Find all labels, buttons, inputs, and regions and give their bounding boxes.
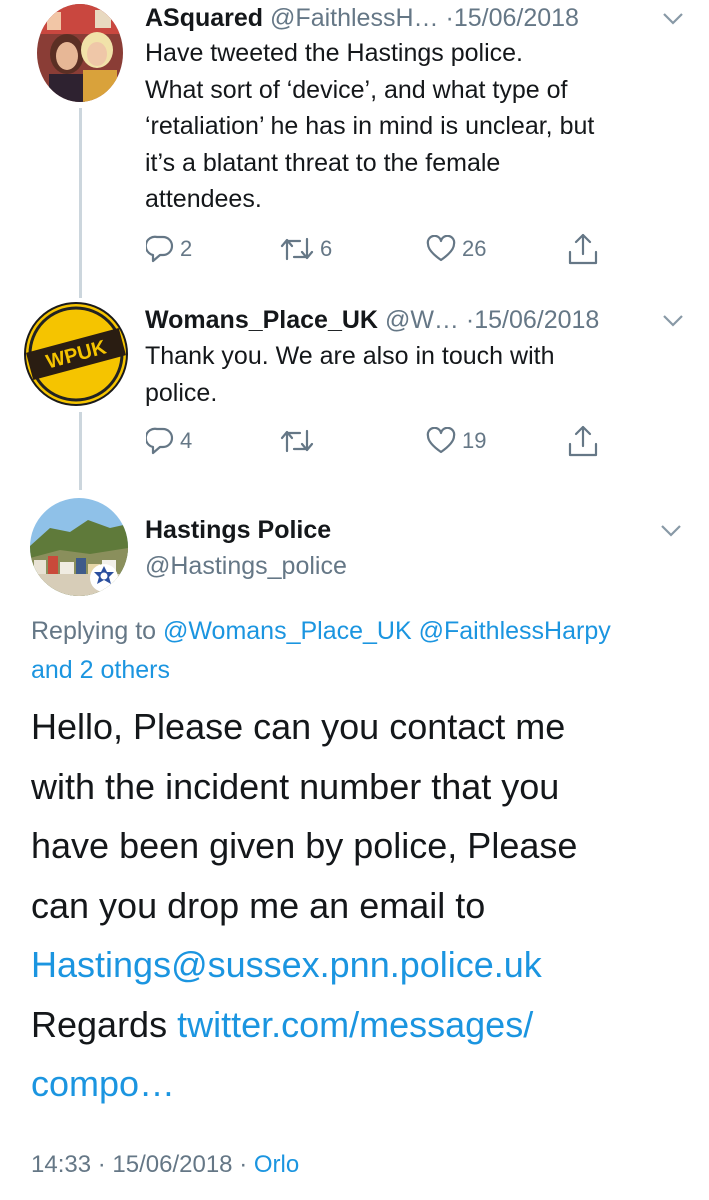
handle[interactable]: @W… [385, 306, 459, 334]
tweet-header: ASquared @FaithlessH… ·15/06/2018 [145, 4, 579, 32]
like-count: 19 [462, 428, 487, 453]
display-name[interactable]: Womans_Place_UK [145, 306, 378, 334]
tweet-text: Have tweeted the Hastings police. What s… [145, 39, 595, 213]
reply-button[interactable]: 2 [146, 232, 192, 266]
police-badge-icon [90, 564, 118, 592]
mention-faithlessharpy[interactable]: @FaithlessHarpy [419, 617, 611, 645]
main-tweet-text: Hello, Please can you contact me with th… [31, 697, 577, 1114]
share-button[interactable] [567, 232, 599, 266]
retweet-count: 6 [320, 236, 333, 261]
tweet-date[interactable]: 15/06/2018 [474, 306, 599, 334]
tweet-text: Thank you. We are also in touch with pol… [145, 342, 555, 407]
tweet-time: 14:33 [31, 1151, 92, 1178]
mention-womans-place-uk[interactable]: @Womans_Place_UK [163, 617, 412, 645]
chevron-down-icon[interactable] [662, 12, 684, 26]
retweet-button[interactable] [280, 424, 320, 458]
email-link[interactable]: Hastings@sussex.pnn.police.uk [31, 935, 577, 995]
chevron-down-icon[interactable] [660, 524, 682, 538]
messages-link-cont[interactable]: compo… [31, 1054, 577, 1114]
thread-line [79, 412, 82, 490]
display-name[interactable]: Hastings Police [145, 515, 331, 545]
like-button[interactable]: 26 [426, 232, 486, 266]
tweet-date[interactable]: 15/06/2018 [454, 4, 579, 32]
tweet-source-link[interactable]: Orlo [254, 1151, 299, 1178]
tweet-header: Womans_Place_UK @W… ·15/06/2018 [145, 306, 600, 334]
share-icon [568, 425, 598, 457]
like-count: 26 [462, 236, 487, 261]
reply-button[interactable]: 4 [146, 424, 192, 458]
reply-icon [146, 235, 174, 263]
like-button[interactable]: 19 [426, 424, 486, 458]
chevron-down-icon[interactable] [662, 314, 684, 328]
handle[interactable]: @Hastings_police [145, 551, 347, 581]
retweet-button[interactable]: 6 [280, 232, 332, 266]
reply-count: 4 [180, 428, 193, 453]
mention-others[interactable]: and 2 others [31, 656, 170, 684]
like-icon [426, 235, 456, 262]
thread-line [79, 108, 82, 298]
tweet-timestamp: 14:33 · 15/06/2018 · Orlo [31, 1151, 300, 1178]
avatar-wpuk[interactable]: WPUK [24, 302, 128, 406]
retweet-icon [280, 429, 314, 453]
reply-count: 2 [180, 236, 193, 261]
handle[interactable]: @FaithlessH… [270, 4, 438, 32]
reply-icon [146, 427, 174, 455]
like-icon [426, 427, 456, 454]
display-name[interactable]: ASquared [145, 4, 263, 32]
replying-to: Replying to @Womans_Place_UK @FaithlessH… [31, 617, 611, 684]
avatar-hastings-police[interactable] [30, 498, 128, 596]
share-button[interactable] [567, 424, 599, 458]
share-icon [568, 233, 598, 265]
tweet-date: 15/06/2018 [112, 1151, 233, 1178]
messages-link[interactable]: twitter.com/messages/ [177, 1004, 533, 1045]
avatar-asquared[interactable] [37, 4, 123, 102]
retweet-icon [280, 237, 314, 261]
